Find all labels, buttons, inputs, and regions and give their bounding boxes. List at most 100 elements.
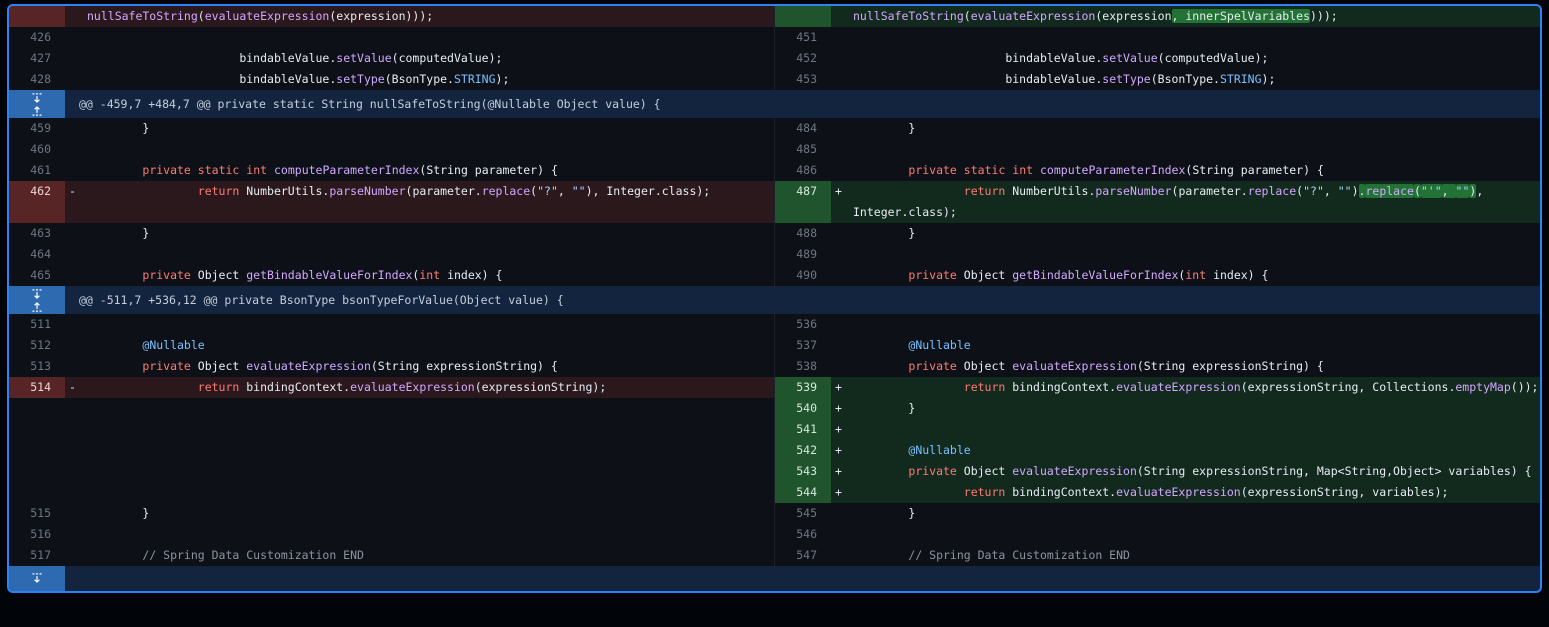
old-line-number[interactable]: 516 bbox=[9, 524, 65, 545]
code-token: (expressionString, variables); bbox=[1241, 485, 1449, 499]
code-token: evaluateExpression bbox=[1012, 359, 1137, 373]
diff-line-row: 515 }545 } bbox=[9, 503, 1540, 524]
new-line-number[interactable]: 537 bbox=[774, 335, 831, 356]
new-code-cell: } bbox=[831, 118, 1540, 139]
diff-line-row: 426 451 bbox=[9, 27, 1540, 48]
code-token: private bbox=[142, 359, 190, 373]
new-code-text: bindableValue.setType(BsonType.STRING); bbox=[853, 69, 1540, 90]
old-line-number[interactable]: 514 bbox=[9, 377, 65, 398]
old-line-number[interactable]: 463 bbox=[9, 223, 65, 244]
code-token: ) bbox=[1352, 184, 1359, 198]
diff-line-row: 541+ bbox=[9, 419, 1540, 440]
diff-line-row: 517 // Spring Data Customization END547 … bbox=[9, 545, 1540, 566]
code-token bbox=[853, 163, 908, 177]
old-line-number[interactable]: 460 bbox=[9, 139, 65, 160]
old-line-number[interactable]: 428 bbox=[9, 69, 65, 90]
new-line-number[interactable]: 536 bbox=[774, 314, 831, 335]
expand-down-button[interactable] bbox=[9, 91, 65, 104]
old-code-text: nullSafeToString(evaluateExpression(expr… bbox=[87, 6, 774, 27]
old-line-number[interactable]: 515 bbox=[9, 503, 65, 524]
old-line-number[interactable]: 464 bbox=[9, 244, 65, 265]
fold-down-icon bbox=[31, 92, 43, 104]
code-token: bindableValue. bbox=[853, 51, 1102, 65]
old-code-cell bbox=[65, 461, 774, 482]
new-code-cell: private Object evaluateExpression(String… bbox=[831, 356, 1540, 377]
expand-up-button[interactable] bbox=[9, 300, 65, 313]
new-line-number[interactable]: 545 bbox=[774, 503, 831, 524]
new-code-cell: nullSafeToString(evaluateExpression(expr… bbox=[831, 6, 1540, 27]
old-line-number bbox=[9, 482, 65, 503]
diff-container: nullSafeToString(evaluateExpression(expr… bbox=[7, 4, 1542, 593]
new-line-number[interactable]: 488 bbox=[774, 223, 831, 244]
old-line-number[interactable]: 517 bbox=[9, 545, 65, 566]
diff-line-row: 512 @Nullable537 @Nullable bbox=[9, 335, 1540, 356]
old-line-number[interactable]: 462 bbox=[9, 181, 65, 223]
expand-footer-row bbox=[9, 566, 1540, 591]
new-line-number[interactable]: 452 bbox=[774, 48, 831, 69]
new-code-cell: // Spring Data Customization END bbox=[831, 545, 1540, 566]
code-token: evaluateExpression bbox=[971, 9, 1096, 23]
expand-down-button[interactable] bbox=[9, 287, 65, 300]
new-line-number[interactable]: 485 bbox=[774, 139, 831, 160]
new-line-number[interactable]: 487 bbox=[774, 181, 831, 223]
old-line-number[interactable]: 461 bbox=[9, 160, 65, 181]
old-code-cell: } bbox=[65, 503, 774, 524]
new-line-number[interactable]: 543 bbox=[774, 461, 831, 482]
expander-cell bbox=[9, 286, 65, 314]
code-token: int bbox=[419, 268, 440, 282]
old-line-number[interactable]: 513 bbox=[9, 356, 65, 377]
new-line-number[interactable]: 539 bbox=[774, 377, 831, 398]
code-token: nullSafeToString bbox=[87, 9, 198, 23]
new-line-number[interactable]: 547 bbox=[774, 545, 831, 566]
old-line-number[interactable]: 426 bbox=[9, 27, 65, 48]
new-line-number[interactable]: 541 bbox=[774, 419, 831, 440]
code-token: (String expressionString) { bbox=[371, 359, 558, 373]
code-token bbox=[1033, 163, 1040, 177]
new-line-number[interactable]: 546 bbox=[774, 524, 831, 545]
old-code-text bbox=[87, 440, 774, 461]
code-token bbox=[957, 163, 964, 177]
expand-up-button[interactable] bbox=[9, 104, 65, 117]
old-code-text: return NumberUtils.parseNumber(parameter… bbox=[87, 181, 774, 202]
new-line-number[interactable]: 540 bbox=[774, 398, 831, 419]
old-code-cell bbox=[65, 482, 774, 503]
new-line-number[interactable]: 542 bbox=[774, 440, 831, 461]
new-code-text bbox=[853, 139, 1540, 160]
old-line-number[interactable]: 465 bbox=[9, 265, 65, 286]
old-code-cell bbox=[65, 398, 774, 419]
expand-down-button[interactable] bbox=[9, 567, 65, 589]
new-line-number[interactable]: 451 bbox=[774, 27, 831, 48]
code-token: bindableValue. bbox=[87, 72, 336, 86]
old-line-number[interactable]: 512 bbox=[9, 335, 65, 356]
hunk-header: @@ -511,7 +536,12 @@ private BsonType bs… bbox=[65, 286, 1540, 314]
new-code-cell: } bbox=[831, 503, 1540, 524]
diff-line-row: nullSafeToString(evaluateExpression(expr… bbox=[9, 6, 1540, 27]
old-line-number[interactable]: 427 bbox=[9, 48, 65, 69]
new-line-number[interactable]: 453 bbox=[774, 69, 831, 90]
old-line-number[interactable] bbox=[9, 6, 65, 27]
code-token: return bbox=[964, 184, 1006, 198]
code-token: Object bbox=[191, 359, 246, 373]
old-line-number[interactable]: 459 bbox=[9, 118, 65, 139]
new-code-text bbox=[853, 419, 1540, 440]
new-line-number[interactable]: 489 bbox=[774, 244, 831, 265]
new-line-number[interactable]: 486 bbox=[774, 160, 831, 181]
code-token: } bbox=[853, 506, 915, 520]
old-code-text: } bbox=[87, 118, 774, 139]
code-token: setType bbox=[1102, 72, 1150, 86]
code-token: int bbox=[246, 163, 267, 177]
old-line-number[interactable]: 511 bbox=[9, 314, 65, 335]
new-line-number[interactable] bbox=[774, 6, 831, 27]
word-highlight: , innerSpelVariables bbox=[1172, 9, 1310, 23]
new-line-number[interactable]: 544 bbox=[774, 482, 831, 503]
code-token: int bbox=[1012, 163, 1033, 177]
new-code-cell: + private Object evaluateExpression(Stri… bbox=[831, 461, 1540, 482]
code-token: static bbox=[964, 163, 1006, 177]
word-highlight: "" bbox=[1456, 184, 1470, 198]
new-line-number[interactable]: 538 bbox=[774, 356, 831, 377]
new-line-number[interactable]: 490 bbox=[774, 265, 831, 286]
code-token: replace bbox=[1248, 184, 1296, 198]
new-line-number[interactable]: 484 bbox=[774, 118, 831, 139]
expander-cell bbox=[9, 566, 65, 591]
old-code-cell: bindableValue.setValue(computedValue); bbox=[65, 48, 774, 69]
